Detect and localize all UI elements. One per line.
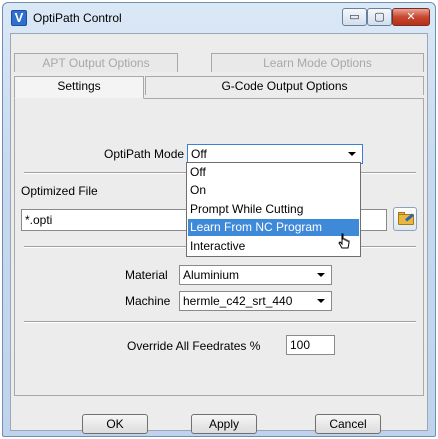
browse-file-button[interactable] <box>393 207 417 231</box>
tab-g-code-output-options[interactable]: G-Code Output Options <box>145 76 424 95</box>
app-icon: V <box>11 10 27 26</box>
optipath-mode-select[interactable]: Off <box>187 144 363 164</box>
dropdown-option-learn-from-nc-program[interactable]: Learn From NC Program <box>188 219 359 236</box>
optipath-mode-label: OptiPath Mode <box>104 147 185 161</box>
override-feedrates-label: Override All Feedrates % <box>127 339 261 353</box>
maximize-button[interactable]: ▢ <box>367 8 392 26</box>
tab-learn-mode-options[interactable]: Learn Mode Options <box>211 53 424 72</box>
tab-settings[interactable]: Settings <box>14 76 144 99</box>
machine-label: Machine <box>125 294 171 308</box>
dropdown-option-on[interactable]: On <box>188 182 359 199</box>
material-label: Material <box>125 268 168 282</box>
maximize-icon: ▢ <box>374 11 385 23</box>
machine-value: hermle_c42_srt_440 <box>183 294 293 308</box>
optipath-mode-value: Off <box>191 147 207 161</box>
apply-button[interactable]: Apply <box>191 414 257 434</box>
optimized-file-label: Optimized File <box>21 184 98 198</box>
chevron-down-icon <box>348 152 356 156</box>
cancel-button[interactable]: Cancel <box>315 414 381 434</box>
separator <box>24 321 416 323</box>
optipath-control-window: V OptiPath Control ▭ ▢ ✕ APT Output Opti… <box>2 2 436 437</box>
dropdown-option-interactive[interactable]: Interactive <box>188 238 359 255</box>
tab-apt-output-options[interactable]: APT Output Options <box>14 53 178 72</box>
window-title: OptiPath Control <box>33 11 122 25</box>
optipath-mode-dropdown: Off On Prompt While Cutting Learn From N… <box>186 162 361 257</box>
dropdown-option-prompt-while-cutting[interactable]: Prompt While Cutting <box>188 201 359 218</box>
override-feedrates-input[interactable]: 100 <box>286 335 335 355</box>
mouse-cursor-icon <box>338 233 350 249</box>
minimize-icon: ▭ <box>349 11 360 23</box>
title-bar[interactable]: V OptiPath Control ▭ ▢ ✕ <box>3 3 435 33</box>
ok-button[interactable]: OK <box>82 414 148 434</box>
chevron-down-icon <box>317 299 325 303</box>
minimize-button[interactable]: ▭ <box>342 8 367 26</box>
close-icon: ✕ <box>406 11 416 23</box>
material-value: Aluminium <box>183 268 240 282</box>
chevron-down-icon <box>317 273 325 277</box>
close-button[interactable]: ✕ <box>392 8 430 26</box>
machine-select[interactable]: hermle_c42_srt_440 <box>179 291 332 311</box>
dropdown-option-off[interactable]: Off <box>188 164 359 181</box>
material-select[interactable]: Aluminium <box>179 265 332 285</box>
